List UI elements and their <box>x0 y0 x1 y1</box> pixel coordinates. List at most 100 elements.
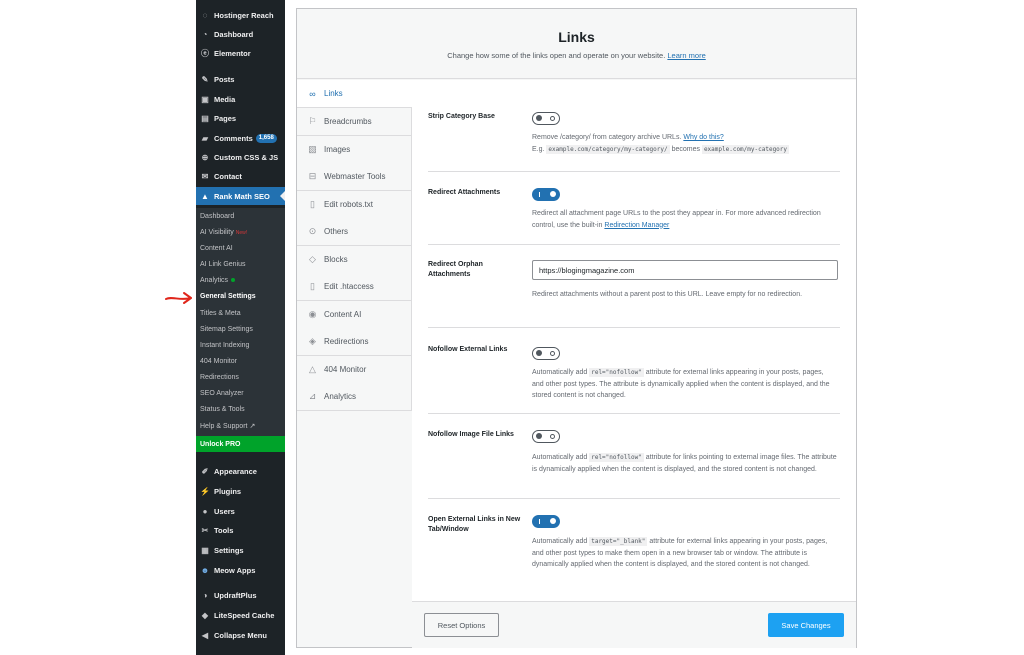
tab-edit-htaccess[interactable]: ▯ Edit .htaccess <box>297 273 412 301</box>
setting-label: Redirect Attachments <box>428 189 501 196</box>
setting-label: Nofollow External Links <box>428 346 508 353</box>
submenu-item-dashboard[interactable]: Dashboard <box>200 213 234 220</box>
redirect-attachments-toggle[interactable] <box>532 188 560 201</box>
divider <box>428 498 840 499</box>
nofollow-image-toggle[interactable] <box>532 430 560 443</box>
brush-icon: ✐ <box>201 466 209 476</box>
sidebar-item-comments[interactable]: ▰ Comments 1,658 <box>196 129 285 147</box>
sidebar-item-settings[interactable]: ▦ Settings <box>196 541 285 559</box>
reset-options-button[interactable]: Reset Options <box>424 613 499 637</box>
pages-icon: ▤ <box>201 113 209 123</box>
file-icon: ▯ <box>310 281 315 291</box>
sidebar-item-hostinger-reach[interactable]: ◌ Hostinger Reach <box>196 6 285 24</box>
sidebar-item-litespeed-cache[interactable]: ◆ LiteSpeed Cache <box>196 606 285 624</box>
redirect-icon: ◈ <box>309 336 316 346</box>
sidebar-item-rank-math-seo[interactable]: ▲ Rank Math SEO <box>196 187 285 205</box>
redirection-manager-link[interactable]: Redirection Manager <box>604 222 669 229</box>
tab-analytics[interactable]: ⊿ Analytics <box>297 383 412 411</box>
submenu-item-help-support[interactable]: Help & Support ↗ <box>200 422 255 430</box>
tab-404-monitor[interactable]: △ 404 Monitor <box>297 356 412 384</box>
submenu-item-titles-meta[interactable]: Titles & Meta <box>200 310 241 317</box>
code-example: target="_blank" <box>589 537 648 546</box>
page-description: Change how some of the links open and op… <box>447 51 706 60</box>
toolbox-icon: ⊟ <box>308 171 317 181</box>
wrench-icon: ✂ <box>201 525 209 535</box>
submenu-item-status-tools[interactable]: Status & Tools <box>200 406 245 413</box>
sidebar-item-pages[interactable]: ▤ Pages <box>196 109 285 127</box>
panel-header: Links Change how some of the links open … <box>297 9 856 79</box>
submenu-item-sitemap-settings[interactable]: Sitemap Settings <box>200 326 253 333</box>
sidebar-item-meow-apps[interactable]: ☻ Meow Apps <box>196 561 285 579</box>
collapse-icon: ◀ <box>201 630 209 640</box>
submenu-item-redirections[interactable]: Redirections <box>200 374 239 381</box>
submenu-item-ai-visibility[interactable]: AI Visibility New! <box>200 229 247 236</box>
setting-label: Open External Links in New Tab/Window <box>428 516 521 533</box>
sidebar-item-tools[interactable]: ✂ Tools <box>196 521 285 539</box>
warning-icon: △ <box>309 364 316 374</box>
external-link-icon: ↗ <box>249 423 256 430</box>
divider <box>428 244 840 245</box>
settings-content: Strip Category Base Remove /category/ fr… <box>412 80 856 601</box>
tab-content-ai[interactable]: ◉ Content AI <box>297 301 412 329</box>
submenu-item-general-settings[interactable]: General Settings <box>200 293 256 300</box>
sidebar-item-dashboard[interactable]: ◔ Dashboard <box>196 25 285 43</box>
sidebar-item-plugins[interactable]: ⚡ Plugins <box>196 482 285 500</box>
plug-icon: ⚡ <box>200 486 210 496</box>
setting-description: Redirect all attachment page URLs to the… <box>532 210 821 229</box>
divider <box>428 413 840 414</box>
tab-blocks[interactable]: ◇ Blocks <box>297 246 412 274</box>
setting-description: Automatically add rel="nofollow" attribu… <box>532 368 830 399</box>
setting-label: Nofollow Image File Links <box>428 431 514 438</box>
submenu-item-ai-link-genius[interactable]: AI Link Genius <box>200 261 246 268</box>
unlock-pro-button[interactable]: Unlock PRO <box>196 436 285 452</box>
submenu-item-404-monitor[interactable]: 404 Monitor <box>200 358 237 365</box>
sidebar-item-appearance[interactable]: ✐ Appearance <box>196 462 285 480</box>
sidebar-item-collapse-menu[interactable]: ◀ Collapse Menu <box>196 626 285 644</box>
comments-count-badge: 1,658 <box>255 133 277 143</box>
tab-links[interactable]: ∞ Links <box>297 80 412 108</box>
divider <box>428 327 840 328</box>
sidebar-item-posts[interactable]: ✎ Posts <box>196 70 285 88</box>
tab-others[interactable]: ⊙ Others <box>297 218 412 246</box>
setting-description: Automatically add target="_blank" attrib… <box>532 537 828 568</box>
media-icon: ▣ <box>201 94 209 104</box>
tab-redirections[interactable]: ◈ Redirections <box>297 328 412 356</box>
comments-icon: ▰ <box>201 133 209 143</box>
submenu-item-seo-analyzer[interactable]: SEO Analyzer <box>200 390 244 397</box>
save-changes-button[interactable]: Save Changes <box>768 613 844 637</box>
rank-math-submenu: Dashboard AI Visibility New! Content AI A… <box>196 208 285 452</box>
code-example: rel="nofollow" <box>589 368 644 377</box>
page-title: Links <box>558 29 595 45</box>
setting-description: Redirect attachments without a parent po… <box>532 291 803 298</box>
submenu-item-analytics[interactable]: Analytics <box>200 277 236 284</box>
orphan-redirect-url-input[interactable]: https://blogingmagazine.com <box>532 260 838 280</box>
tab-images[interactable]: ▧ Images <box>297 136 412 164</box>
elementor-icon: ⓔ <box>201 48 209 58</box>
sidebar-item-contact[interactable]: ✉ Contact <box>196 167 285 185</box>
code-example: rel="nofollow" <box>589 453 644 462</box>
meow-icon: ☻ <box>200 565 210 575</box>
sidebar-item-updraftplus[interactable]: ◑ UpdraftPlus <box>196 586 285 604</box>
submenu-item-instant-indexing[interactable]: Instant Indexing <box>200 342 249 349</box>
tab-edit-robots[interactable]: ▯ Edit robots.txt <box>297 191 412 219</box>
why-do-this-link[interactable]: Why do this? <box>683 134 723 141</box>
tab-webmaster-tools[interactable]: ⊟ Webmaster Tools <box>297 163 412 191</box>
learn-more-link[interactable]: Learn more <box>667 51 705 60</box>
strip-category-toggle[interactable] <box>532 112 560 125</box>
sidebar-item-media[interactable]: ▣ Media <box>196 90 285 108</box>
settings-panel: Links Change how some of the links open … <box>296 8 857 648</box>
sidebar-item-custom-css-js[interactable]: ⊕ Custom CSS & JS <box>196 148 285 166</box>
litespeed-icon: ◆ <box>201 610 209 620</box>
tab-breadcrumbs[interactable]: ⚐ Breadcrumbs <box>297 108 412 136</box>
setting-description: Remove /category/ from category archive … <box>532 134 790 154</box>
sidebar-item-users[interactable]: ● Users <box>196 502 285 520</box>
submenu-item-content-ai[interactable]: Content AI <box>200 245 233 252</box>
new-tag: New! <box>235 230 248 236</box>
images-icon: ▧ <box>308 144 317 154</box>
plus-circle-icon: ⊕ <box>201 152 209 162</box>
updraft-icon: ◑ <box>202 590 208 600</box>
sidebar-item-elementor[interactable]: ⓔ Elementor <box>196 44 285 62</box>
nofollow-external-toggle[interactable] <box>532 347 560 360</box>
setting-description: Automatically add rel="nofollow" attribu… <box>532 453 837 473</box>
open-external-new-tab-toggle[interactable] <box>532 515 560 528</box>
